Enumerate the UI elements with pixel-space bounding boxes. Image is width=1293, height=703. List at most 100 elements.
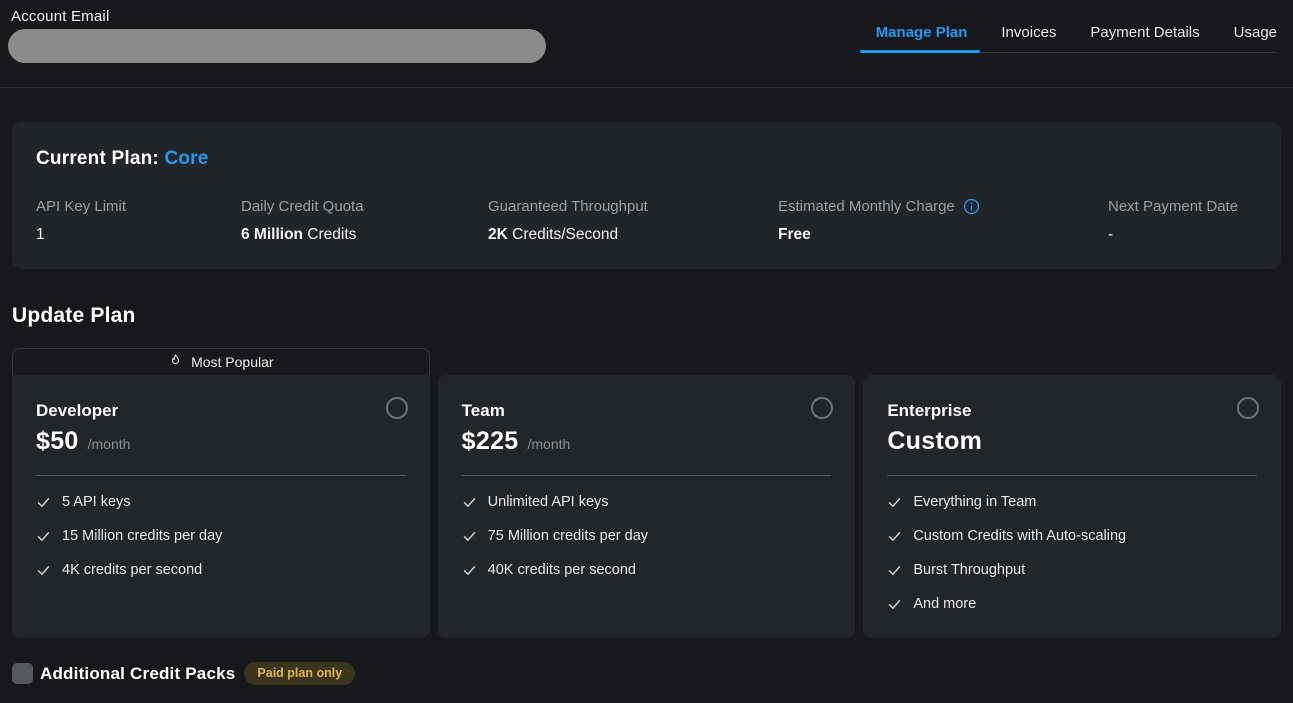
stat-guaranteed-throughput: Guaranteed Throughput 2K Credits/Second (488, 198, 778, 244)
plan-card-team[interactable]: Team $225 /month Unlimited API keys 75 M… (438, 375, 856, 638)
page-header: Account Email Manage Plan Invoices Payme… (0, 0, 1293, 88)
main-content: Current Plan: Core API Key Limit 1 Daily… (0, 122, 1293, 685)
stat-label-text: Estimated Monthly Charge (778, 198, 955, 215)
credit-packs-checkbox[interactable] (12, 663, 33, 684)
current-plan-card: Current Plan: Core API Key Limit 1 Daily… (12, 122, 1281, 269)
update-plan-heading: Update Plan (12, 304, 1281, 328)
feature-item: 5 API keys (36, 494, 406, 510)
current-plan-stats: API Key Limit 1 Daily Credit Quota 6 Mil… (36, 198, 1257, 244)
plan-price-row: $225 /month (462, 427, 832, 457)
card-divider (36, 475, 406, 476)
plan-name: Developer (36, 401, 406, 421)
stat-value-rest: Credits (303, 226, 356, 243)
plan-features: Everything in Team Custom Credits with A… (887, 494, 1257, 612)
plan-column-enterprise: Enterprise Custom Everything in Team Cus… (863, 348, 1281, 638)
billing-tabs: Manage Plan Invoices Payment Details Usa… (876, 0, 1277, 53)
stat-value: 1 (36, 226, 241, 244)
plan-features: Unlimited API keys 75 Million credits pe… (462, 494, 832, 578)
check-icon (887, 529, 902, 544)
most-popular-label: Most Popular (191, 354, 273, 370)
feature-text: Unlimited API keys (488, 494, 609, 510)
plan-name: Team (462, 401, 832, 421)
feature-text: Custom Credits with Auto-scaling (913, 528, 1126, 544)
feature-item: Unlimited API keys (462, 494, 832, 510)
current-plan-name: Core (164, 148, 208, 169)
additional-credit-packs-row: Additional Credit Packs Paid plan only (12, 662, 1281, 685)
stat-value: 6 Million Credits (241, 226, 488, 244)
stat-label: Estimated Monthly Charge (778, 198, 1108, 215)
stat-value-rest: 1 (36, 226, 45, 243)
stat-daily-credit-quota: Daily Credit Quota 6 Million Credits (241, 198, 488, 244)
plan-features: 5 API keys 15 Million credits per day 4K… (36, 494, 406, 578)
check-icon (887, 597, 902, 612)
stat-label: Daily Credit Quota (241, 198, 488, 215)
plan-price: Custom (887, 427, 982, 456)
feature-item: 4K credits per second (36, 562, 406, 578)
feature-item: 15 Million credits per day (36, 528, 406, 544)
feature-item: 40K credits per second (462, 562, 832, 578)
plan-name: Enterprise (887, 401, 1257, 421)
feature-text: 5 API keys (62, 494, 131, 510)
info-icon[interactable] (963, 198, 980, 215)
stat-value: 2K Credits/Second (488, 226, 778, 244)
plan-period: /month (527, 436, 570, 452)
paid-plan-only-badge: Paid plan only (244, 662, 355, 685)
feature-item: And more (887, 596, 1257, 612)
account-email-block: Account Email (8, 0, 546, 63)
check-icon (462, 563, 477, 578)
credit-packs-label: Additional Credit Packs (40, 664, 235, 684)
stat-label: API Key Limit (36, 198, 241, 215)
check-icon (887, 563, 902, 578)
stat-value-bold: Free (778, 226, 811, 243)
plan-card-developer[interactable]: Developer $50 /month 5 API keys 15 Milli… (12, 375, 430, 638)
feature-text: 15 Million credits per day (62, 528, 222, 544)
strip-spacer (863, 348, 1281, 375)
feature-item: Everything in Team (887, 494, 1257, 510)
plan-price-row: $50 /month (36, 427, 406, 457)
current-plan-title: Current Plan: Core (36, 148, 1257, 170)
account-email-field[interactable] (8, 29, 546, 63)
tab-usage[interactable]: Usage (1234, 24, 1277, 52)
stat-label: Next Payment Date (1108, 198, 1257, 215)
check-icon (887, 495, 902, 510)
card-divider (462, 475, 832, 476)
stat-value-bold: 2K (488, 226, 508, 243)
check-icon (462, 529, 477, 544)
check-icon (462, 495, 477, 510)
tab-manage-plan[interactable]: Manage Plan (876, 24, 968, 52)
tab-payment-details[interactable]: Payment Details (1090, 24, 1199, 52)
stat-value-rest: Credits/Second (508, 226, 618, 243)
plan-price: $50 (36, 427, 79, 456)
plan-column-team: Team $225 /month Unlimited API keys 75 M… (438, 348, 856, 638)
tab-invoices[interactable]: Invoices (1001, 24, 1056, 52)
feature-text: 4K credits per second (62, 562, 202, 578)
check-icon (36, 563, 51, 578)
stat-estimated-monthly-charge: Estimated Monthly Charge Free (778, 198, 1108, 244)
feature-text: 75 Million credits per day (488, 528, 648, 544)
stat-value: - (1108, 226, 1257, 244)
plan-period: /month (88, 436, 131, 452)
feature-item: Burst Throughput (887, 562, 1257, 578)
stat-label: Guaranteed Throughput (488, 198, 778, 215)
plans-grid: Most Popular Developer $50 /month 5 API … (12, 348, 1281, 624)
feature-text: And more (913, 596, 976, 612)
most-popular-banner: Most Popular (12, 348, 430, 375)
flame-icon (168, 353, 183, 371)
strip-spacer (438, 348, 856, 375)
feature-text: 40K credits per second (488, 562, 636, 578)
check-icon (36, 495, 51, 510)
account-email-label: Account Email (11, 8, 546, 25)
feature-item: 75 Million credits per day (462, 528, 832, 544)
stat-next-payment-date: Next Payment Date - (1108, 198, 1257, 244)
check-icon (36, 529, 51, 544)
plan-radio-enterprise[interactable] (1237, 397, 1259, 419)
stat-value-bold: 6 Million (241, 226, 303, 243)
stat-value-rest: - (1108, 226, 1113, 243)
stat-value: Free (778, 226, 1108, 244)
feature-text: Burst Throughput (913, 562, 1025, 578)
plan-card-enterprise[interactable]: Enterprise Custom Everything in Team Cus… (863, 375, 1281, 638)
plan-column-developer: Most Popular Developer $50 /month 5 API … (12, 348, 430, 638)
current-plan-title-prefix: Current Plan: (36, 148, 164, 169)
plan-radio-developer[interactable] (386, 397, 408, 419)
feature-item: Custom Credits with Auto-scaling (887, 528, 1257, 544)
